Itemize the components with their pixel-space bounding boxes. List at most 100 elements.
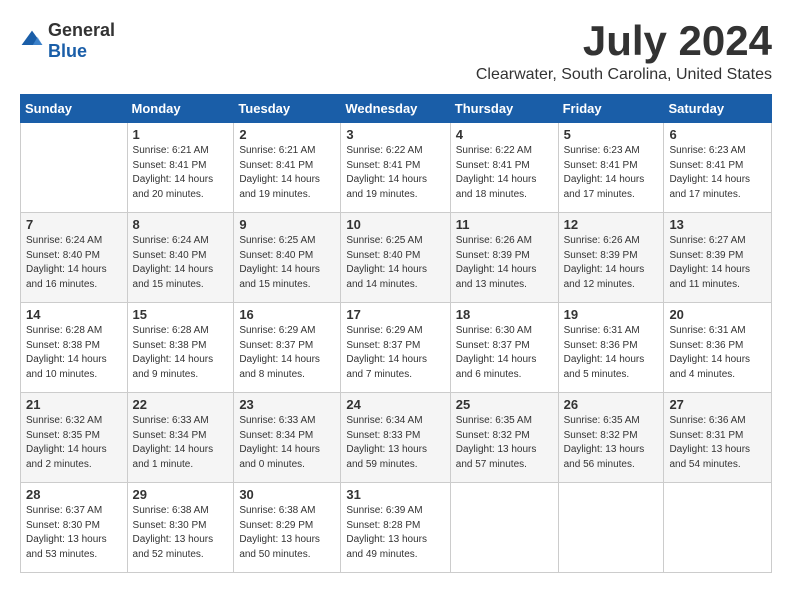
- calendar-cell: 21 Sunrise: 6:32 AM Sunset: 8:35 PM Dayli…: [21, 393, 128, 483]
- calendar-cell: 30 Sunrise: 6:38 AM Sunset: 8:29 PM Dayli…: [234, 483, 341, 573]
- calendar-cell: 7Sunrise: 6:24 AM Sunset: 8:40 PM Daylig…: [21, 213, 128, 303]
- day-info: Sunrise: 6:38 AM Sunset: 8:29 PM Dayligh…: [239, 504, 335, 562]
- day-number: 3: [346, 127, 444, 142]
- calendar-cell: [450, 483, 558, 573]
- calendar-cell: 18 Sunrise: 6:30 AM Sunset: 8:37 PM Dayli…: [450, 303, 558, 393]
- week-row-4: 21 Sunrise: 6:32 AM Sunset: 8:35 PM Dayli…: [21, 393, 772, 483]
- day-info: Sunrise: 6:39 AM Sunset: 8:28 PM Dayligh…: [346, 504, 444, 562]
- page-header: General Blue July 2024 Clearwater, South…: [20, 20, 772, 84]
- day-number: 20: [669, 307, 766, 322]
- day-number: 23: [239, 397, 335, 412]
- day-number: 13: [669, 217, 766, 232]
- day-number: 29: [133, 487, 229, 502]
- calendar-cell: 8 Sunrise: 6:24 AM Sunset: 8:40 PM Daylig…: [127, 213, 234, 303]
- calendar-cell: 31 Sunrise: 6:39 AM Sunset: 8:28 PM Dayli…: [341, 483, 450, 573]
- day-info: Sunrise: 6:21 AM Sunset: 8:41 PM Dayligh…: [239, 144, 335, 202]
- day-number: 28: [26, 487, 122, 502]
- day-number: 27: [669, 397, 766, 412]
- calendar-cell: 29Sunrise: 6:38 AM Sunset: 8:30 PM Dayli…: [127, 483, 234, 573]
- logo-general: General: [48, 20, 115, 40]
- calendar-cell: 4 Sunrise: 6:22 AM Sunset: 8:41 PM Daylig…: [450, 123, 558, 213]
- calendar-cell: 14Sunrise: 6:28 AM Sunset: 8:38 PM Dayli…: [21, 303, 128, 393]
- calendar-cell: 1 Sunrise: 6:21 AM Sunset: 8:41 PM Daylig…: [127, 123, 234, 213]
- calendar-cell: [21, 123, 128, 213]
- day-info: Sunrise: 6:34 AM Sunset: 8:33 PM Dayligh…: [346, 414, 444, 472]
- day-number: 31: [346, 487, 444, 502]
- day-info: Sunrise: 6:26 AM Sunset: 8:39 PM Dayligh…: [456, 234, 553, 292]
- calendar-cell: 20 Sunrise: 6:31 AM Sunset: 8:36 PM Dayli…: [664, 303, 772, 393]
- calendar-cell: 3Sunrise: 6:22 AM Sunset: 8:41 PM Daylig…: [341, 123, 450, 213]
- day-number: 6: [669, 127, 766, 142]
- calendar-cell: 24 Sunrise: 6:34 AM Sunset: 8:33 PM Dayli…: [341, 393, 450, 483]
- logo: General Blue: [20, 20, 115, 62]
- day-info: Sunrise: 6:23 AM Sunset: 8:41 PM Dayligh…: [669, 144, 766, 202]
- day-info: Sunrise: 6:24 AM Sunset: 8:40 PM Dayligh…: [133, 234, 229, 292]
- calendar-cell: 9Sunrise: 6:25 AM Sunset: 8:40 PM Daylig…: [234, 213, 341, 303]
- day-number: 24: [346, 397, 444, 412]
- day-number: 21: [26, 397, 122, 412]
- calendar-table: SundayMondayTuesdayWednesdayThursdayFrid…: [20, 94, 772, 573]
- calendar-cell: [558, 483, 664, 573]
- calendar-cell: 11 Sunrise: 6:26 AM Sunset: 8:39 PM Dayli…: [450, 213, 558, 303]
- day-number: 25: [456, 397, 553, 412]
- day-number: 18: [456, 307, 553, 322]
- day-info: Sunrise: 6:26 AM Sunset: 8:39 PM Dayligh…: [564, 234, 659, 292]
- header-row: SundayMondayTuesdayWednesdayThursdayFrid…: [21, 95, 772, 123]
- header-monday: Monday: [127, 95, 234, 123]
- calendar-cell: 22Sunrise: 6:33 AM Sunset: 8:34 PM Dayli…: [127, 393, 234, 483]
- day-number: 7: [26, 217, 122, 232]
- header-wednesday: Wednesday: [341, 95, 450, 123]
- day-info: Sunrise: 6:36 AM Sunset: 8:31 PM Dayligh…: [669, 414, 766, 472]
- day-number: 16: [239, 307, 335, 322]
- calendar-cell: 5 Sunrise: 6:23 AM Sunset: 8:41 PM Daylig…: [558, 123, 664, 213]
- calendar-cell: 13Sunrise: 6:27 AM Sunset: 8:39 PM Dayli…: [664, 213, 772, 303]
- day-info: Sunrise: 6:37 AM Sunset: 8:30 PM Dayligh…: [26, 504, 122, 562]
- day-number: 22: [133, 397, 229, 412]
- header-friday: Friday: [558, 95, 664, 123]
- calendar-cell: 28 Sunrise: 6:37 AM Sunset: 8:30 PM Dayli…: [21, 483, 128, 573]
- calendar-cell: 6 Sunrise: 6:23 AM Sunset: 8:41 PM Daylig…: [664, 123, 772, 213]
- day-info: Sunrise: 6:30 AM Sunset: 8:37 PM Dayligh…: [456, 324, 553, 382]
- day-number: 2: [239, 127, 335, 142]
- day-info: Sunrise: 6:35 AM Sunset: 8:32 PM Dayligh…: [564, 414, 659, 472]
- day-number: 30: [239, 487, 335, 502]
- calendar-cell: 10Sunrise: 6:25 AM Sunset: 8:40 PM Dayli…: [341, 213, 450, 303]
- day-number: 1: [133, 127, 229, 142]
- week-row-1: 1 Sunrise: 6:21 AM Sunset: 8:41 PM Daylig…: [21, 123, 772, 213]
- calendar-cell: 26Sunrise: 6:35 AM Sunset: 8:32 PM Dayli…: [558, 393, 664, 483]
- header-saturday: Saturday: [664, 95, 772, 123]
- day-number: 4: [456, 127, 553, 142]
- day-number: 12: [564, 217, 659, 232]
- calendar-cell: 17 Sunrise: 6:29 AM Sunset: 8:37 PM Dayli…: [341, 303, 450, 393]
- logo-text: General Blue: [48, 20, 115, 62]
- day-number: 17: [346, 307, 444, 322]
- header-sunday: Sunday: [21, 95, 128, 123]
- day-info: Sunrise: 6:21 AM Sunset: 8:41 PM Dayligh…: [133, 144, 229, 202]
- day-number: 9: [239, 217, 335, 232]
- calendar-cell: 19 Sunrise: 6:31 AM Sunset: 8:36 PM Dayli…: [558, 303, 664, 393]
- logo-icon: [20, 29, 44, 53]
- calendar-header: SundayMondayTuesdayWednesdayThursdayFrid…: [21, 95, 772, 123]
- calendar-cell: 25 Sunrise: 6:35 AM Sunset: 8:32 PM Dayli…: [450, 393, 558, 483]
- calendar-cell: 16Sunrise: 6:29 AM Sunset: 8:37 PM Dayli…: [234, 303, 341, 393]
- day-number: 8: [133, 217, 229, 232]
- calendar-cell: 27 Sunrise: 6:36 AM Sunset: 8:31 PM Dayli…: [664, 393, 772, 483]
- day-info: Sunrise: 6:32 AM Sunset: 8:35 PM Dayligh…: [26, 414, 122, 472]
- day-number: 11: [456, 217, 553, 232]
- day-info: Sunrise: 6:28 AM Sunset: 8:38 PM Dayligh…: [133, 324, 229, 382]
- day-number: 15: [133, 307, 229, 322]
- day-info: Sunrise: 6:29 AM Sunset: 8:37 PM Dayligh…: [346, 324, 444, 382]
- day-number: 19: [564, 307, 659, 322]
- title-section: July 2024 Clearwater, South Carolina, Un…: [476, 20, 772, 84]
- day-number: 10: [346, 217, 444, 232]
- header-thursday: Thursday: [450, 95, 558, 123]
- day-info: Sunrise: 6:35 AM Sunset: 8:32 PM Dayligh…: [456, 414, 553, 472]
- location-title: Clearwater, South Carolina, United State…: [476, 66, 772, 84]
- day-number: 5: [564, 127, 659, 142]
- day-info: Sunrise: 6:22 AM Sunset: 8:41 PM Dayligh…: [456, 144, 553, 202]
- day-info: Sunrise: 6:33 AM Sunset: 8:34 PM Dayligh…: [239, 414, 335, 472]
- day-info: Sunrise: 6:31 AM Sunset: 8:36 PM Dayligh…: [564, 324, 659, 382]
- calendar-cell: [664, 483, 772, 573]
- day-info: Sunrise: 6:31 AM Sunset: 8:36 PM Dayligh…: [669, 324, 766, 382]
- day-info: Sunrise: 6:23 AM Sunset: 8:41 PM Dayligh…: [564, 144, 659, 202]
